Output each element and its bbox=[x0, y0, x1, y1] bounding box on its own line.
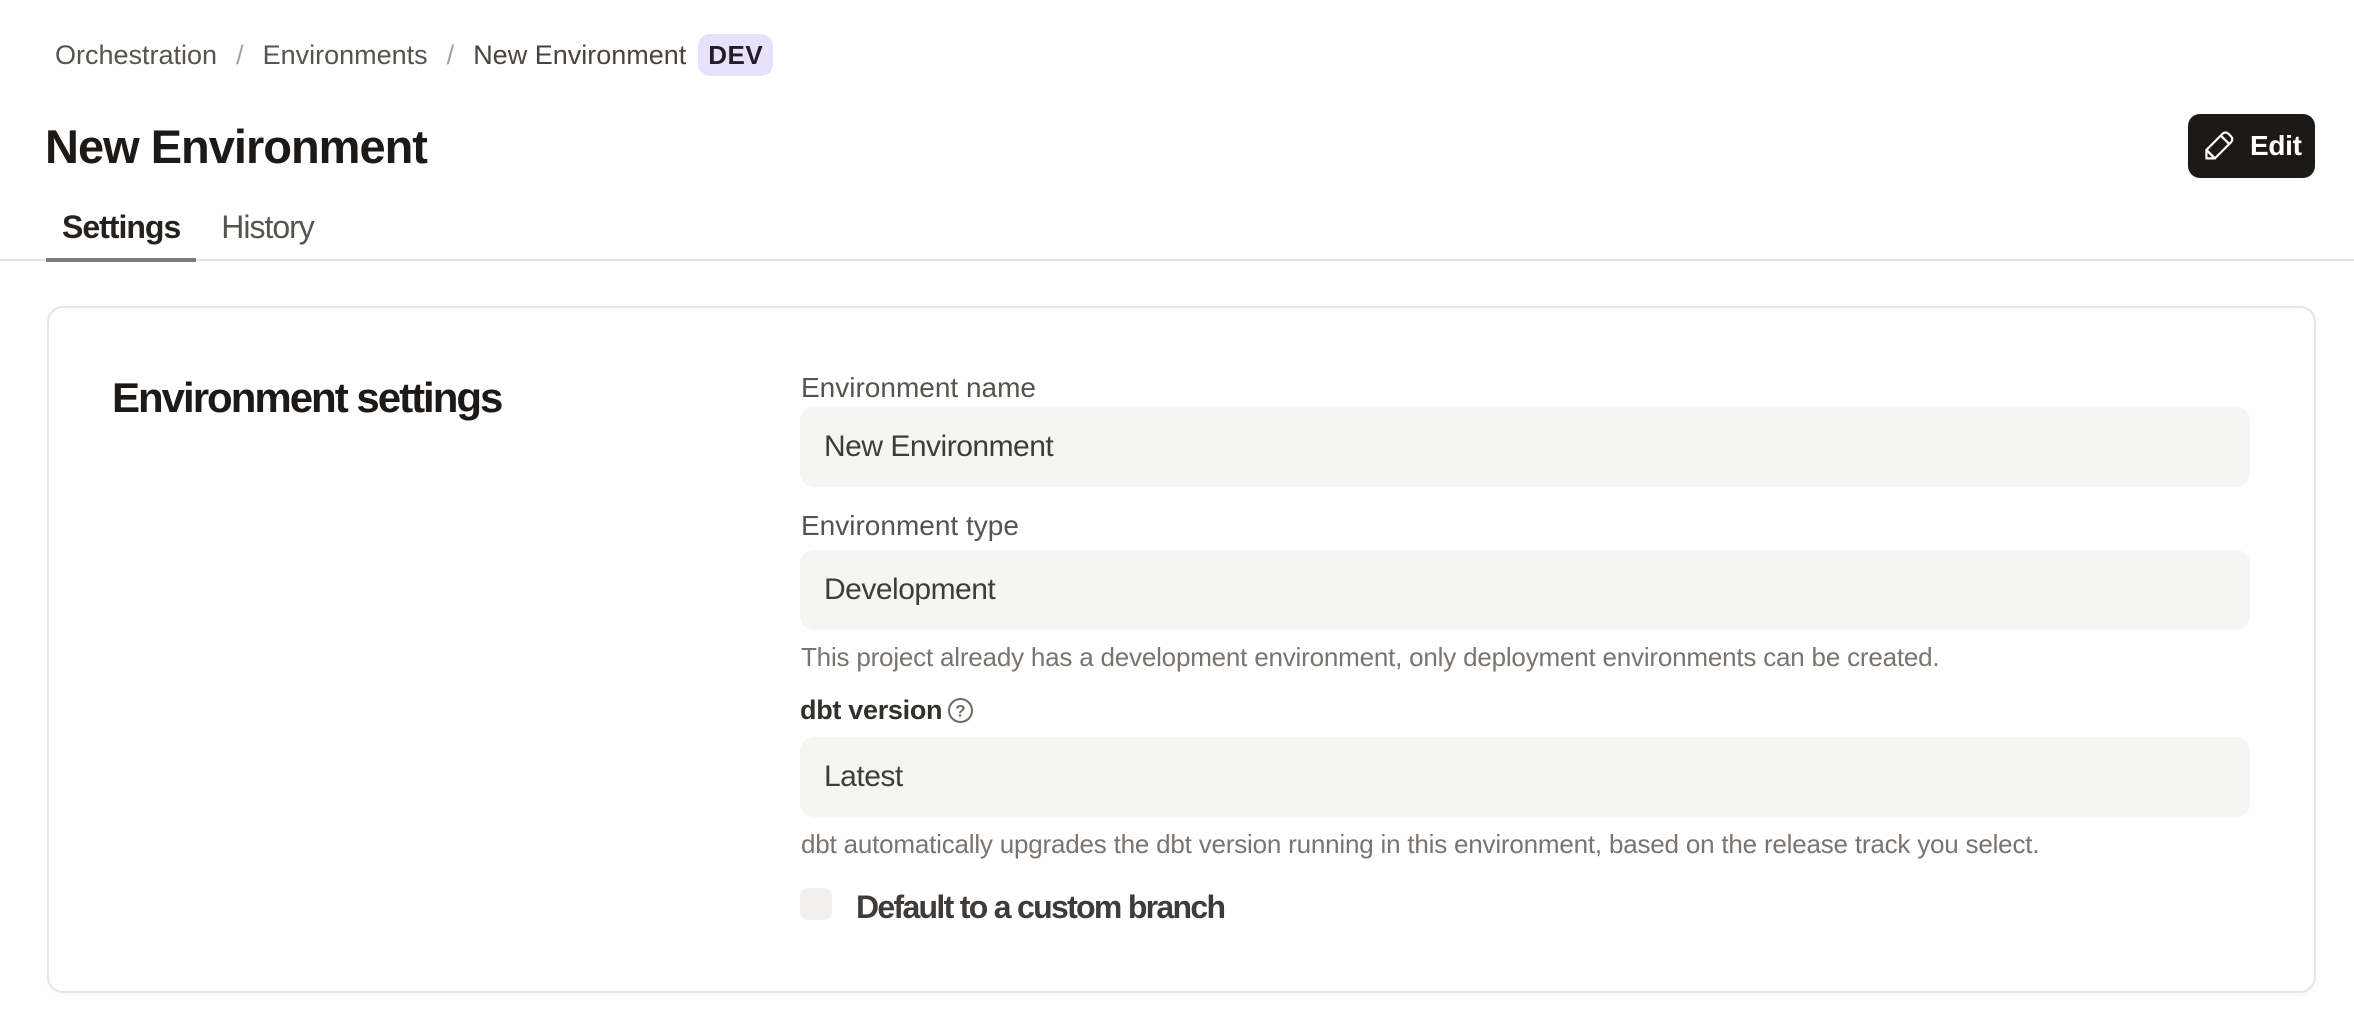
svg-text:?: ? bbox=[955, 702, 965, 721]
